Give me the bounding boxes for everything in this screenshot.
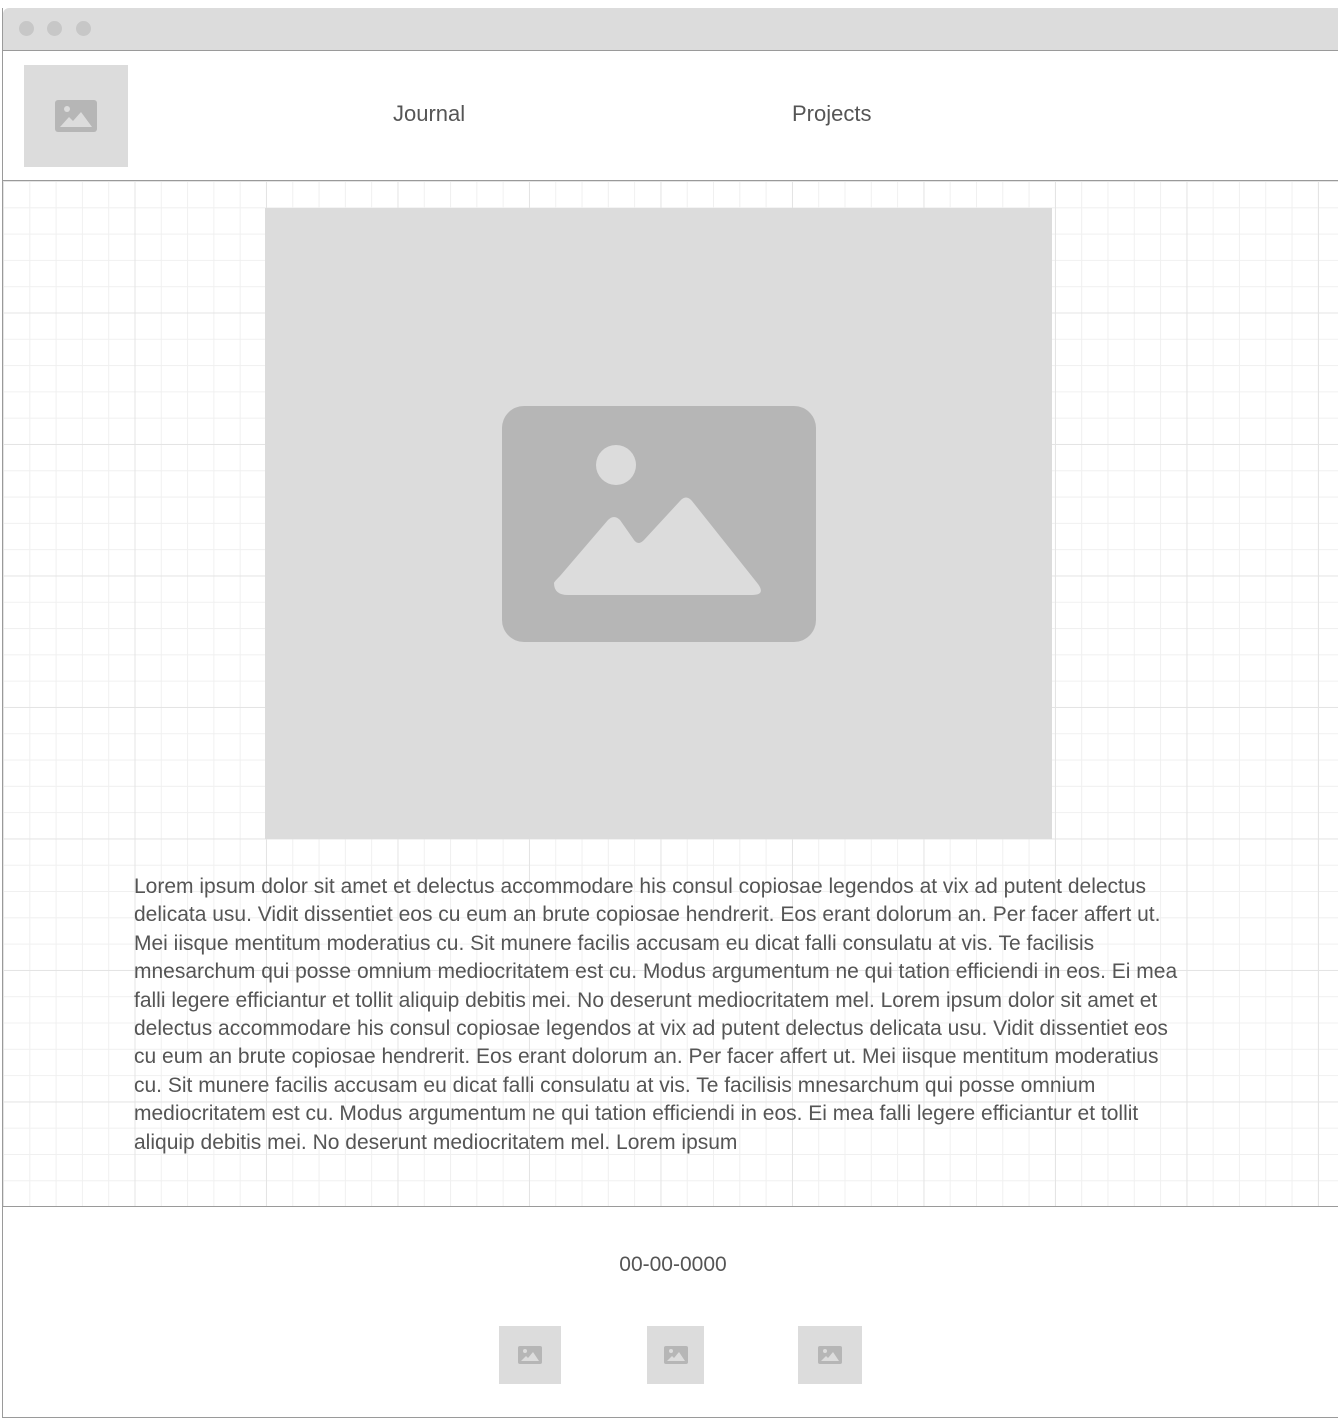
site-header: Journal Projects (3, 51, 1338, 181)
main-content: Lorem ipsum dolor sit amet et delectus a… (3, 181, 1338, 1206)
window-titlebar (3, 8, 1338, 51)
social-link-3[interactable] (798, 1326, 862, 1384)
hero-image (265, 208, 1052, 839)
image-placeholder-icon (55, 100, 97, 132)
image-placeholder-icon (501, 405, 816, 642)
window-maximize-dot[interactable] (76, 21, 91, 36)
footer-date: 00-00-0000 (619, 1253, 727, 1276)
browser-window: Journal Projects Lorem ipsum dolor sit a… (2, 8, 1338, 1418)
window-close-dot[interactable] (19, 21, 34, 36)
body-paragraph: Lorem ipsum dolor sit amet et delectus a… (134, 875, 1178, 1154)
image-placeholder-icon (663, 1346, 688, 1364)
social-link-1[interactable] (499, 1326, 561, 1384)
nav-link-projects[interactable]: Projects (792, 101, 871, 127)
nav-link-journal[interactable]: Journal (393, 101, 465, 127)
image-placeholder-icon (818, 1346, 842, 1364)
social-link-2[interactable] (647, 1326, 704, 1384)
site-logo[interactable] (24, 65, 128, 167)
image-placeholder-icon (518, 1346, 542, 1364)
window-minimize-dot[interactable] (47, 21, 62, 36)
site-footer: 00-00-0000 (3, 1206, 1338, 1417)
